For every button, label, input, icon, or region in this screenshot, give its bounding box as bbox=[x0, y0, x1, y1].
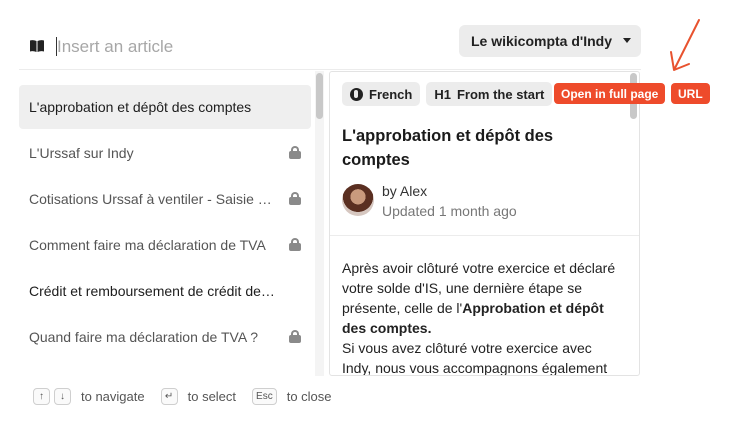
preview-tags: French H1 From the start bbox=[342, 82, 553, 106]
heading-tag-label: From the start bbox=[456, 86, 545, 102]
list-item-label: Crédit et remboursement de crédit de TVA bbox=[29, 283, 275, 299]
updated-time: Updated 1 month ago bbox=[382, 203, 517, 219]
article-preview: French H1 From the start L'approbation e… bbox=[329, 71, 640, 376]
select-hint: to select bbox=[187, 388, 237, 404]
list-item-label: Quand faire ma déclaration de TVA ? bbox=[29, 329, 259, 345]
list-item[interactable]: Comment faire ma déclaration de TVA bbox=[19, 223, 311, 267]
arrow-annotation-icon bbox=[670, 19, 700, 71]
heading-level-icon: H1 bbox=[434, 86, 451, 102]
arrow-up-key-icon: ↑ bbox=[33, 387, 50, 405]
lock-icon bbox=[289, 238, 301, 251]
language-tag-label: French bbox=[369, 86, 413, 102]
search-bar: Le wikicompta d'Indy bbox=[19, 14, 641, 70]
article-picker-panel: Le wikicompta d'Indy L'approbation et dé… bbox=[19, 14, 641, 377]
open-full-page-button[interactable]: Open in full page bbox=[554, 83, 666, 104]
preview-body: Après avoir clôturé votre exercice et dé… bbox=[342, 258, 624, 376]
language-icon bbox=[350, 87, 363, 101]
list-item-label: L'Urssaf sur Indy bbox=[29, 145, 134, 161]
preview-scrollbar[interactable] bbox=[629, 71, 638, 376]
list-item[interactable]: L'approbation et dépôt des comptes bbox=[19, 85, 311, 129]
esc-key-icon: Esc bbox=[252, 387, 277, 405]
chevron-down-icon bbox=[623, 38, 631, 43]
keyboard-hints: ↑ ↓ to navigate ↵ to select Esc to close bbox=[33, 386, 348, 406]
heading-tag[interactable]: H1 From the start bbox=[426, 82, 553, 106]
author-name: by Alex bbox=[382, 183, 428, 199]
language-tag[interactable]: French bbox=[342, 82, 421, 106]
arrow-down-key-icon: ↓ bbox=[54, 387, 71, 405]
divider bbox=[330, 235, 639, 236]
scrollbar-thumb[interactable] bbox=[316, 73, 323, 119]
preview-title: L'approbation et dépôt des comptes bbox=[342, 127, 554, 169]
url-button[interactable]: URL bbox=[671, 83, 710, 104]
list-item-label: L'approbation et dépôt des comptes bbox=[29, 99, 252, 115]
list-item[interactable]: Quand faire ma déclaration de TVA ? bbox=[19, 315, 311, 359]
list-item[interactable]: Cotisations Urssaf à ventiler - Saisie d… bbox=[19, 177, 311, 221]
knowledge-base-label: Le wikicompta d'Indy bbox=[471, 33, 613, 49]
article-list: L'approbation et dépôt des comptes L'Urs… bbox=[19, 71, 311, 376]
list-item[interactable]: L'Urssaf sur Indy bbox=[19, 131, 311, 175]
navigate-hint: to navigate bbox=[81, 388, 145, 404]
lock-icon bbox=[289, 330, 301, 343]
close-hint: to close bbox=[286, 388, 332, 404]
body-text-part: Si vous avez clôturé votre exercice avec… bbox=[342, 340, 608, 376]
list-item-label: Cotisations Urssaf à ventiler - Saisie d… bbox=[29, 191, 275, 207]
search-input[interactable] bbox=[57, 33, 417, 61]
avatar bbox=[342, 184, 374, 216]
enter-key-icon: ↵ bbox=[160, 387, 178, 405]
lock-icon bbox=[289, 192, 301, 205]
list-item-label: Comment faire ma déclaration de TVA bbox=[29, 237, 266, 253]
article-list-scrollbar[interactable] bbox=[315, 71, 324, 376]
knowledge-base-dropdown[interactable]: Le wikicompta d'Indy bbox=[459, 25, 641, 57]
book-icon bbox=[30, 40, 44, 52]
list-item[interactable]: Crédit et remboursement de crédit de TVA bbox=[19, 269, 311, 313]
lock-icon bbox=[289, 146, 301, 159]
